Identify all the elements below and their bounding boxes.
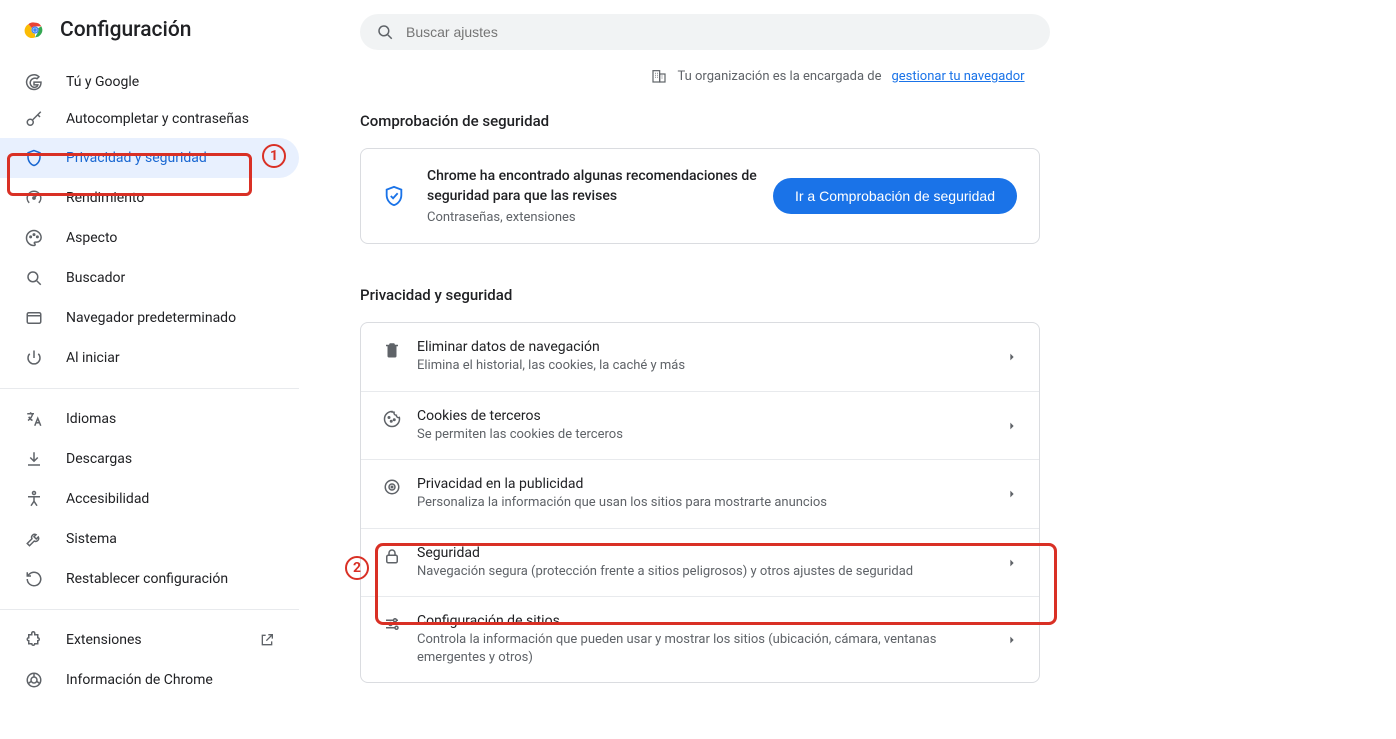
search-container — [360, 14, 1050, 50]
chevron-right-icon — [1007, 352, 1017, 362]
row-ad-privacy[interactable]: Privacidad en la publicidad Personaliza … — [361, 459, 1039, 528]
building-icon — [651, 68, 667, 84]
privacy-heading: Privacidad y seguridad — [360, 286, 1040, 304]
row-desc: Se permiten las cookies de terceros — [417, 426, 1007, 444]
safety-check-button[interactable]: Ir a Comprobación de seguridad — [773, 178, 1017, 214]
google-g-icon — [24, 73, 44, 91]
sidebar-item-default-browser[interactable]: Navegador predeterminado — [0, 298, 299, 338]
sidebar-item-label: Extensiones — [66, 632, 142, 648]
accessibility-icon — [24, 490, 44, 508]
row-title: Privacidad en la publicidad — [417, 476, 1007, 492]
annotation-number-1: 1 — [262, 144, 286, 168]
sidebar-item-label: Autocompletar y contraseñas — [66, 111, 249, 129]
sidebar-item-search-engine[interactable]: Buscador — [0, 258, 299, 298]
sidebar-item-autofill[interactable]: Autocompletar y contraseñas — [0, 102, 299, 138]
speedometer-icon — [24, 189, 44, 207]
managed-text: Tu organización es la encargada de — [677, 69, 881, 84]
divider — [0, 609, 299, 610]
sidebar-item-label: Idiomas — [66, 411, 116, 427]
sidebar-item-system[interactable]: Sistema — [0, 519, 299, 559]
cookie-icon — [383, 408, 417, 428]
sidebar-item-extensions[interactable]: Extensiones — [0, 620, 299, 660]
sidebar-item-appearance[interactable]: Aspecto — [0, 218, 299, 258]
power-icon — [24, 349, 44, 367]
sidebar-item-reset[interactable]: Restablecer configuración — [0, 559, 299, 599]
row-site-settings[interactable]: Configuración de sitios Controla la info… — [361, 596, 1039, 682]
sidebar-item-label: Privacidad y seguridad — [66, 150, 207, 166]
sidebar-item-privacy[interactable]: Privacidad y seguridad — [0, 138, 299, 178]
search-input[interactable] — [360, 14, 1050, 50]
sidebar-item-label: Buscador — [66, 270, 125, 286]
safety-subtitle: Contraseñas, extensiones — [427, 210, 773, 225]
tune-icon — [383, 613, 417, 633]
sidebar-item-label: Descargas — [66, 451, 132, 467]
sidebar-item-you-and-google[interactable]: Tú y Google — [0, 62, 299, 102]
sidebar-item-label: Información de Chrome — [66, 672, 213, 688]
safety-check-card: Chrome ha encontrado algunas recomendaci… — [360, 148, 1040, 244]
open-in-new-icon — [259, 632, 275, 648]
sidebar-item-languages[interactable]: Idiomas — [0, 399, 299, 439]
sidebar-item-label: Accesibilidad — [66, 491, 149, 507]
sidebar-item-label: Rendimiento — [66, 190, 144, 206]
shield-icon — [24, 149, 44, 167]
chevron-right-icon — [1007, 558, 1017, 568]
sidebar-item-performance[interactable]: Rendimiento — [0, 178, 299, 218]
sidebar-item-on-startup[interactable]: Al iniciar — [0, 338, 299, 378]
extension-icon — [24, 631, 44, 649]
row-desc: Navegación segura (protección frente a s… — [417, 563, 1007, 581]
safety-title: Chrome ha encontrado algunas recomendaci… — [427, 167, 757, 206]
row-title: Seguridad — [417, 545, 1007, 561]
shield-check-icon — [383, 185, 405, 207]
sidebar: Configuración Tú y Google Autocompletar … — [0, 0, 300, 723]
row-clear-browsing-data[interactable]: Eliminar datos de navegación Elimina el … — [361, 323, 1039, 391]
sidebar-item-label: Al iniciar — [66, 350, 120, 366]
palette-icon — [24, 229, 44, 247]
ads-icon — [383, 476, 417, 496]
sidebar-item-about[interactable]: Información de Chrome — [0, 660, 299, 700]
sidebar-item-label: Sistema — [66, 531, 117, 547]
main-content: Tu organización es la encargada de gesti… — [300, 0, 1396, 723]
key-icon — [24, 111, 44, 129]
chrome-logo-icon — [24, 19, 46, 41]
annotation-number-2: 2 — [345, 556, 369, 580]
chevron-right-icon — [1007, 489, 1017, 499]
managed-banner: Tu organización es la encargada de gesti… — [360, 68, 1316, 84]
sidebar-item-label: Aspecto — [66, 230, 117, 246]
divider — [0, 388, 299, 389]
browser-icon — [24, 309, 44, 327]
row-title: Configuración de sitios — [417, 613, 1007, 629]
page-title: Configuración — [60, 18, 191, 42]
managed-link[interactable]: gestionar tu navegador — [891, 69, 1024, 84]
chevron-right-icon — [1007, 421, 1017, 431]
row-desc: Controla la información que pueden usar … — [417, 631, 1007, 666]
chrome-outline-icon — [24, 671, 44, 689]
sidebar-item-label: Tú y Google — [66, 74, 139, 90]
trash-icon — [383, 339, 417, 359]
reset-icon — [24, 570, 44, 588]
row-desc: Elimina el historial, las cookies, la ca… — [417, 357, 1007, 375]
chevron-right-icon — [1007, 635, 1017, 645]
row-security[interactable]: Seguridad Navegación segura (protección … — [361, 528, 1039, 597]
sidebar-item-label: Navegador predeterminado — [66, 310, 236, 326]
safety-check-heading: Comprobación de seguridad — [360, 112, 1040, 130]
sidebar-item-downloads[interactable]: Descargas — [0, 439, 299, 479]
sidebar-item-label: Restablecer configuración — [66, 571, 228, 587]
privacy-card: Eliminar datos de navegación Elimina el … — [360, 322, 1040, 683]
search-icon — [24, 269, 44, 287]
row-title: Eliminar datos de navegación — [417, 339, 1007, 355]
search-icon — [376, 23, 394, 41]
row-desc: Personaliza la información que usan los … — [417, 494, 1007, 512]
row-third-party-cookies[interactable]: Cookies de terceros Se permiten las cook… — [361, 391, 1039, 460]
wrench-icon — [24, 530, 44, 548]
sidebar-item-accessibility[interactable]: Accesibilidad — [0, 479, 299, 519]
download-icon — [24, 450, 44, 468]
row-title: Cookies de terceros — [417, 408, 1007, 424]
sidebar-header: Configuración — [0, 18, 299, 62]
lock-icon — [383, 545, 417, 565]
translate-icon — [24, 410, 44, 428]
